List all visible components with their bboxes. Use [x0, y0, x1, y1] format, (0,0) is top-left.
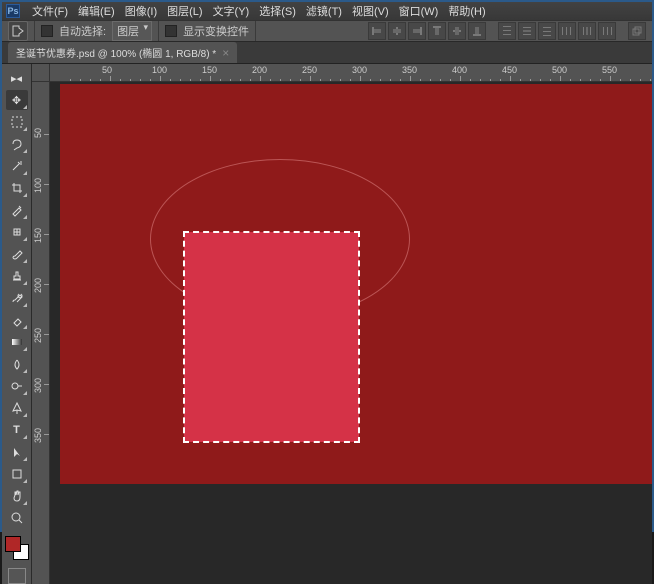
foreground-color-swatch[interactable] [5, 536, 21, 552]
vertical-ruler[interactable]: 50100150200250300350 [32, 82, 50, 584]
tool-preset-icon[interactable] [8, 21, 28, 41]
distribute-hcenter-icon[interactable] [578, 22, 596, 40]
eraser-tool-icon[interactable] [6, 310, 28, 330]
quickmask-icon[interactable] [8, 568, 26, 584]
blur-tool-icon[interactable] [6, 354, 28, 374]
menu-image[interactable]: 图像(I) [121, 2, 161, 20]
distribute-top-icon[interactable] [498, 22, 516, 40]
hand-tool-icon[interactable] [6, 486, 28, 506]
autoselect-label: 自动选择: [59, 23, 106, 39]
ruler-origin[interactable] [32, 64, 50, 82]
type-tool-icon[interactable]: T [6, 420, 28, 440]
autoselect-target-dropdown[interactable]: 图层 [112, 21, 152, 41]
history-brush-tool-icon[interactable] [6, 288, 28, 308]
menu-view[interactable]: 视图(V) [348, 2, 393, 20]
eyedropper-tool-icon[interactable] [6, 200, 28, 220]
brush-tool-icon[interactable] [6, 244, 28, 264]
align-left-icon[interactable] [368, 22, 386, 40]
menu-select[interactable]: 选择(S) [255, 2, 300, 20]
canvas[interactable] [50, 82, 652, 584]
crop-tool-icon[interactable] [6, 178, 28, 198]
align-top-icon[interactable] [428, 22, 446, 40]
path-select-tool-icon[interactable] [6, 442, 28, 462]
align-right-icon[interactable] [408, 22, 426, 40]
align-hcenter-icon[interactable] [388, 22, 406, 40]
distribute-right-icon[interactable] [598, 22, 616, 40]
align-group [368, 22, 646, 40]
align-bottom-icon[interactable] [468, 22, 486, 40]
menu-filter[interactable]: 滤镜(T) [302, 2, 346, 20]
move-tool-icon[interactable]: ✥ [6, 90, 28, 110]
document-surface[interactable] [60, 84, 652, 484]
close-icon[interactable]: × [222, 46, 229, 60]
titlebar: Ps 文件(F) 编辑(E) 图像(I) 图层(L) 文字(Y) 选择(S) 滤… [2, 2, 652, 20]
menu-layer[interactable]: 图层(L) [163, 2, 206, 20]
lasso-tool-icon[interactable] [6, 134, 28, 154]
menu-help[interactable]: 帮助(H) [444, 2, 489, 20]
marquee-tool-icon[interactable] [6, 112, 28, 132]
menu-edit[interactable]: 编辑(E) [74, 2, 119, 20]
autoselect-checkbox[interactable] [41, 25, 53, 37]
dodge-tool-icon[interactable] [6, 376, 28, 396]
menubar: 文件(F) 编辑(E) 图像(I) 图层(L) 文字(Y) 选择(S) 滤镜(T… [28, 2, 490, 20]
rect-shape[interactable] [184, 232, 359, 442]
menu-window[interactable]: 窗口(W) [395, 2, 443, 20]
options-bar: 自动选择: 图层 显示变换控件 [2, 20, 652, 42]
color-swatches[interactable] [5, 536, 29, 560]
wand-tool-icon[interactable] [6, 156, 28, 176]
document-tab-title: 圣诞节优惠券.psd @ 100% (椭圆 1, RGB/8) * [16, 45, 216, 60]
pen-tool-icon[interactable] [6, 398, 28, 418]
canvas-area: 50100150200250300350400450500550600 5010… [32, 64, 652, 584]
document-tab[interactable]: 圣诞节优惠券.psd @ 100% (椭圆 1, RGB/8) * × [8, 42, 237, 63]
menu-type[interactable]: 文字(Y) [209, 2, 254, 20]
stamp-tool-icon[interactable] [6, 266, 28, 286]
align-vcenter-icon[interactable] [448, 22, 466, 40]
distribute-left-icon[interactable] [558, 22, 576, 40]
app-logo: Ps [6, 4, 20, 18]
zoom-tool-icon[interactable] [6, 508, 28, 528]
3d-mode-icon[interactable] [628, 22, 646, 40]
distribute-vcenter-icon[interactable] [518, 22, 536, 40]
healing-tool-icon[interactable] [6, 222, 28, 242]
show-transform-checkbox[interactable] [165, 25, 177, 37]
gradient-tool-icon[interactable] [6, 332, 28, 352]
tool-collapse-icon[interactable]: ▸◂ [6, 68, 28, 88]
distribute-bottom-icon[interactable] [538, 22, 556, 40]
show-transform-label: 显示变换控件 [183, 23, 249, 39]
menu-file[interactable]: 文件(F) [28, 2, 72, 20]
tools-panel: ▸◂ ✥ T [2, 64, 32, 584]
document-tabstrip: 圣诞节优惠券.psd @ 100% (椭圆 1, RGB/8) * × [2, 42, 652, 64]
shape-tool-icon[interactable] [6, 464, 28, 484]
horizontal-ruler[interactable]: 50100150200250300350400450500550600 [50, 64, 652, 82]
